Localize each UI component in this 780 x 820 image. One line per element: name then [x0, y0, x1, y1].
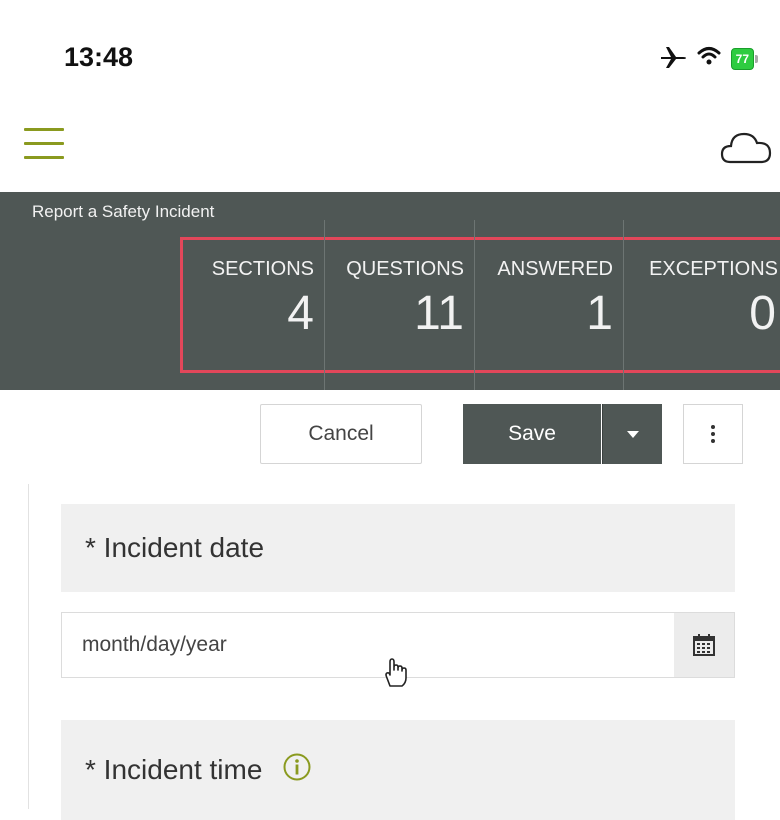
- action-toolbar: Cancel Save: [0, 390, 780, 484]
- wifi-icon: [697, 46, 721, 71]
- scroll-edge: [764, 484, 780, 809]
- info-icon[interactable]: [282, 752, 312, 789]
- stat-value: 4: [287, 287, 314, 340]
- save-options-dropdown-button[interactable]: [602, 404, 662, 464]
- kebab-menu-icon: [711, 425, 715, 443]
- hamburger-icon[interactable]: [24, 124, 64, 164]
- more-options-button[interactable]: [683, 404, 743, 464]
- question-label: * Incident time: [85, 754, 263, 785]
- stat-exceptions: EXCEPTIONS 0: [623, 240, 780, 370]
- calendar-button[interactable]: [674, 613, 734, 677]
- form-title: Report a Safety Incident: [32, 202, 215, 221]
- save-button[interactable]: Save: [463, 404, 601, 464]
- caret-down-icon: [626, 430, 639, 438]
- app-header: [0, 100, 780, 192]
- hand-cursor-icon: [380, 656, 410, 693]
- stat-value: 11: [414, 287, 464, 340]
- summary-band: Report a Safety Incident SECTIONS 4 QUES…: [0, 192, 780, 396]
- battery-level: 77: [730, 47, 754, 70]
- stat-questions: QUESTIONS 11: [324, 240, 474, 370]
- airplane-mode-icon: [659, 44, 687, 73]
- question-incident-time-label: * Incident time: [61, 720, 735, 820]
- stats-highlight-box: SECTIONS 4 QUESTIONS 11 ANSWERED 1 EXCEP…: [180, 220, 780, 396]
- stat-label: QUESTIONS: [346, 258, 464, 280]
- status-bar: 13:48 77: [0, 0, 780, 100]
- stat-answered: ANSWERED 1: [474, 240, 623, 370]
- stat-label: SECTIONS: [211, 258, 314, 280]
- question-label: * Incident date: [85, 532, 265, 563]
- stat-label: EXCEPTIONS: [649, 258, 778, 280]
- question-incident-date-label: * Incident date: [61, 504, 735, 592]
- status-icons: 77: [659, 44, 758, 73]
- stat-value: 0: [749, 287, 776, 340]
- incident-date-input[interactable]: [62, 613, 674, 677]
- status-time: 13:48: [64, 42, 134, 72]
- cloud-icon[interactable]: [720, 126, 772, 171]
- form-content: * Incident date * Incident time: [28, 484, 768, 820]
- battery-icon: 77: [730, 47, 758, 70]
- stat-label: ANSWERED: [497, 258, 613, 280]
- stat-sections: SECTIONS 4: [183, 240, 324, 370]
- calendar-icon: [693, 634, 715, 656]
- stat-value: 1: [586, 287, 613, 340]
- cancel-button[interactable]: Cancel: [260, 404, 422, 464]
